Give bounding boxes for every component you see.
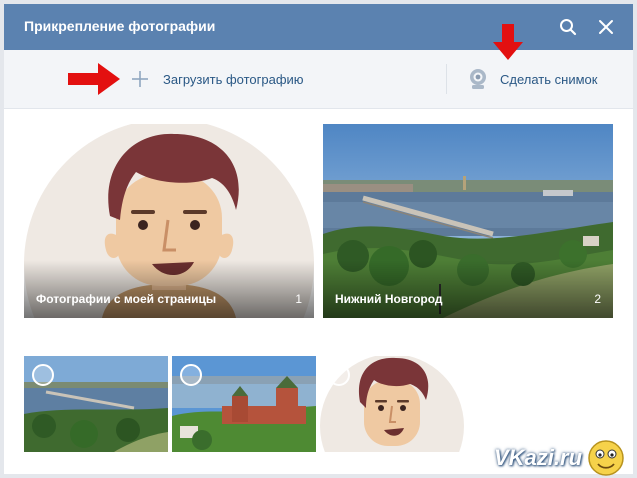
- annotation-arrow-right-icon: [68, 63, 120, 95]
- take-snapshot-button[interactable]: Сделать снимок: [468, 67, 597, 91]
- album-name: Нижний Новгород: [335, 292, 443, 306]
- album-name: Фотографии с моей страницы: [36, 292, 217, 306]
- dialog-title: Прикрепление фотографии: [24, 18, 216, 34]
- upload-photo-label: Загрузить фотографию: [163, 71, 304, 87]
- photo-thumbnail-river-bridge[interactable]: [24, 356, 168, 452]
- album-caption-shade: [24, 260, 314, 318]
- select-checkbox[interactable]: [32, 364, 54, 386]
- album-nizhny-novgorod[interactable]: Нижний Новгород 2: [323, 124, 613, 318]
- photo-thumbnail-kremlin[interactable]: [172, 356, 316, 452]
- take-snapshot-label: Сделать снимок: [500, 71, 598, 87]
- smiley-icon: [588, 440, 624, 476]
- close-icon[interactable]: [596, 17, 616, 37]
- annotation-arrow-down-icon: [493, 24, 523, 60]
- select-checkbox[interactable]: [328, 364, 350, 386]
- search-icon[interactable]: [558, 17, 578, 37]
- select-checkbox[interactable]: [180, 364, 202, 386]
- webcam-icon: [470, 69, 486, 89]
- site-watermark: VKazi.ru: [494, 438, 626, 478]
- upload-photo-button[interactable]: Загрузить фотографию: [131, 68, 304, 90]
- toolbar-divider: [446, 64, 447, 94]
- album-my-page-photos[interactable]: Фотографии с моей страницы 1: [24, 124, 314, 318]
- album-caption-shade: [323, 260, 613, 318]
- dialog-header: Прикрепление фотографии: [4, 4, 633, 50]
- album-count: 1: [295, 292, 302, 306]
- photo-thumbnail-avatar[interactable]: [320, 356, 464, 452]
- watermark-text: VKazi.ru: [494, 445, 583, 470]
- album-count: 2: [594, 292, 601, 306]
- plus-icon: [132, 71, 148, 87]
- attach-photo-dialog: Прикрепление фотографии Загрузить фотогр…: [4, 4, 633, 474]
